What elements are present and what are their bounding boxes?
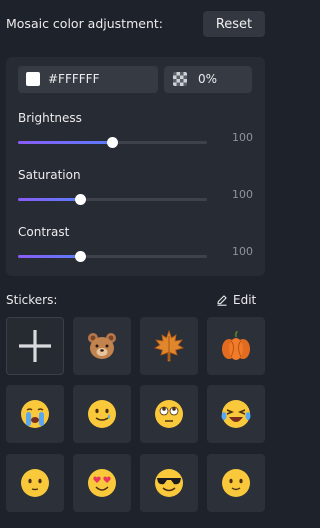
neutral-face-sticker-icon — [21, 469, 49, 497]
sticker-tile[interactable] — [140, 385, 198, 443]
color-hex-value: #FFFFFF — [48, 72, 100, 86]
saturation-slider-fill — [18, 198, 81, 201]
stickers-grid — [6, 317, 265, 512]
laughing-tears-sticker-icon — [221, 400, 251, 428]
transparency-icon — [173, 72, 187, 86]
sticker-tile[interactable] — [207, 385, 265, 443]
saturation-slider-thumb[interactable] — [74, 194, 86, 205]
contrast-slider[interactable] — [18, 251, 207, 262]
brightness-slider[interactable] — [18, 137, 207, 148]
contrast-label: Contrast — [18, 225, 70, 239]
saturation-value: 100 — [232, 188, 253, 201]
pencil-icon — [217, 295, 227, 306]
sticker-tile[interactable] — [6, 385, 64, 443]
panel-title: Mosaic color adjustment: — [6, 16, 163, 31]
sticker-tile[interactable] — [140, 454, 198, 512]
sticker-tile[interactable] — [73, 454, 131, 512]
contrast-value: 100 — [232, 245, 253, 258]
add-icon — [19, 330, 51, 362]
smiling-face-sticker-icon — [222, 469, 250, 497]
sticker-tile[interactable] — [73, 317, 131, 375]
sticker-tile[interactable] — [207, 454, 265, 512]
brightness-slider-fill — [18, 141, 113, 144]
opacity-value: 0% — [198, 72, 218, 86]
header: Mosaic color adjustment: Reset — [0, 0, 271, 46]
saturation-label: Saturation — [18, 168, 81, 182]
stickers-title: Stickers: — [6, 293, 58, 307]
crying-face-sticker-icon — [21, 400, 49, 428]
color-adjustment-panel: #FFFFFF 0% Brightness 100 Saturation 100… — [6, 57, 265, 276]
pumpkin-sticker-icon — [222, 330, 250, 360]
add-sticker-button[interactable] — [6, 317, 64, 375]
opacity-field[interactable]: 0% — [164, 66, 252, 93]
reset-button[interactable]: Reset — [203, 11, 265, 37]
brightness-label: Brightness — [18, 111, 82, 125]
color-swatch[interactable] — [26, 72, 40, 86]
sticker-tile[interactable] — [6, 454, 64, 512]
heart-eyes-sticker-icon — [88, 469, 116, 497]
edit-label: Edit — [233, 293, 257, 307]
eye-roll-face-sticker-icon — [155, 400, 183, 428]
sticker-tile[interactable] — [73, 385, 131, 443]
sticker-tile[interactable] — [207, 317, 265, 375]
bear-sticker-icon — [88, 333, 116, 359]
contrast-slider-fill — [18, 255, 81, 258]
brightness-value: 100 — [232, 131, 253, 144]
sunglasses-face-sticker-icon — [155, 469, 183, 497]
saturation-slider[interactable] — [18, 194, 207, 205]
tearful-smile-sticker-icon — [88, 400, 116, 428]
color-hex-field[interactable]: #FFFFFF — [18, 66, 158, 93]
contrast-slider-thumb[interactable] — [74, 251, 86, 262]
edit-stickers-button[interactable]: Edit — [216, 292, 256, 308]
sticker-tile[interactable] — [140, 317, 198, 375]
brightness-slider-thumb[interactable] — [107, 137, 118, 148]
maple-leaf-sticker-icon — [153, 329, 185, 362]
